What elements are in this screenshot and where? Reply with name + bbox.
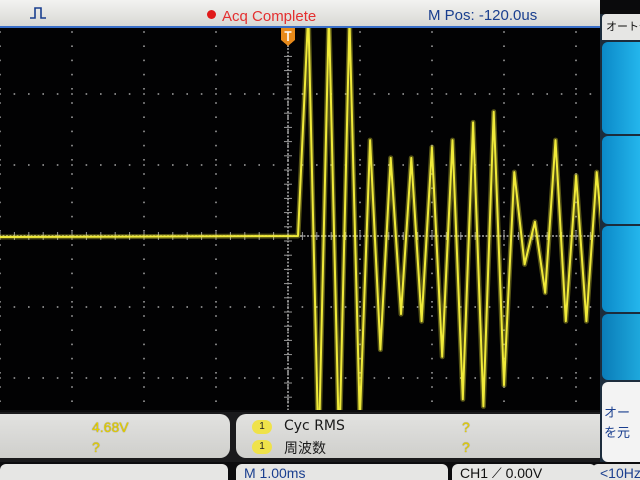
measurement-value: ? [462,419,470,435]
softkey-5-label-line1: オー [604,406,631,421]
measurement-value: ? [462,439,470,455]
pulse-icon [30,7,46,19]
measurement-label: 周波数 [284,441,326,457]
channel-badge: 1 [252,440,272,454]
menu-title: オートセ [602,14,640,40]
oscilloscope-display: Acq Complete M Pos: -120.0us オートセ オー を元 … [0,0,640,480]
softkey-2[interactable] [602,136,640,224]
softkey-3[interactable] [602,226,640,312]
status-bar: Acq Complete M Pos: -120.0us [0,0,600,28]
softkey-5-label-line2: を元 [604,426,631,441]
measurement-panel: 4.68V ? 1 Cyc RMS ? 1 周波数 ? [0,412,600,462]
trigger-readout[interactable]: CH1 ⟋ 0.00V [452,464,596,480]
softkey-1[interactable] [602,42,640,134]
bottom-status-bar: M 1.00ms CH1 ⟋ 0.00V <10Hz [0,462,640,480]
measurement-value: ? [92,439,100,455]
timebase-readout[interactable]: M 1.00ms [236,464,448,480]
horizontal-position-readout: M Pos: -120.0us [428,7,538,24]
acquisition-status-icon [207,10,216,19]
measurement-label: Cyc RMS [284,418,345,434]
bottom-segment-blank [0,464,228,480]
measurement-box-right: 1 Cyc RMS ? 1 周波数 ? [236,414,600,458]
measurement-value: 4.68V [92,419,129,435]
channel-badge: 1 [252,420,272,434]
softkey-menu: オートセ オー を元 [600,14,640,480]
softkey-4[interactable] [602,314,640,380]
frequency-readout: <10Hz [592,464,640,480]
waveform-screen [0,28,600,410]
softkey-5[interactable]: オー を元 [602,382,640,462]
trigger-markers [281,28,295,46]
measurement-box-left: 4.68V ? [0,414,230,458]
acquisition-status: Acq Complete [222,8,317,25]
